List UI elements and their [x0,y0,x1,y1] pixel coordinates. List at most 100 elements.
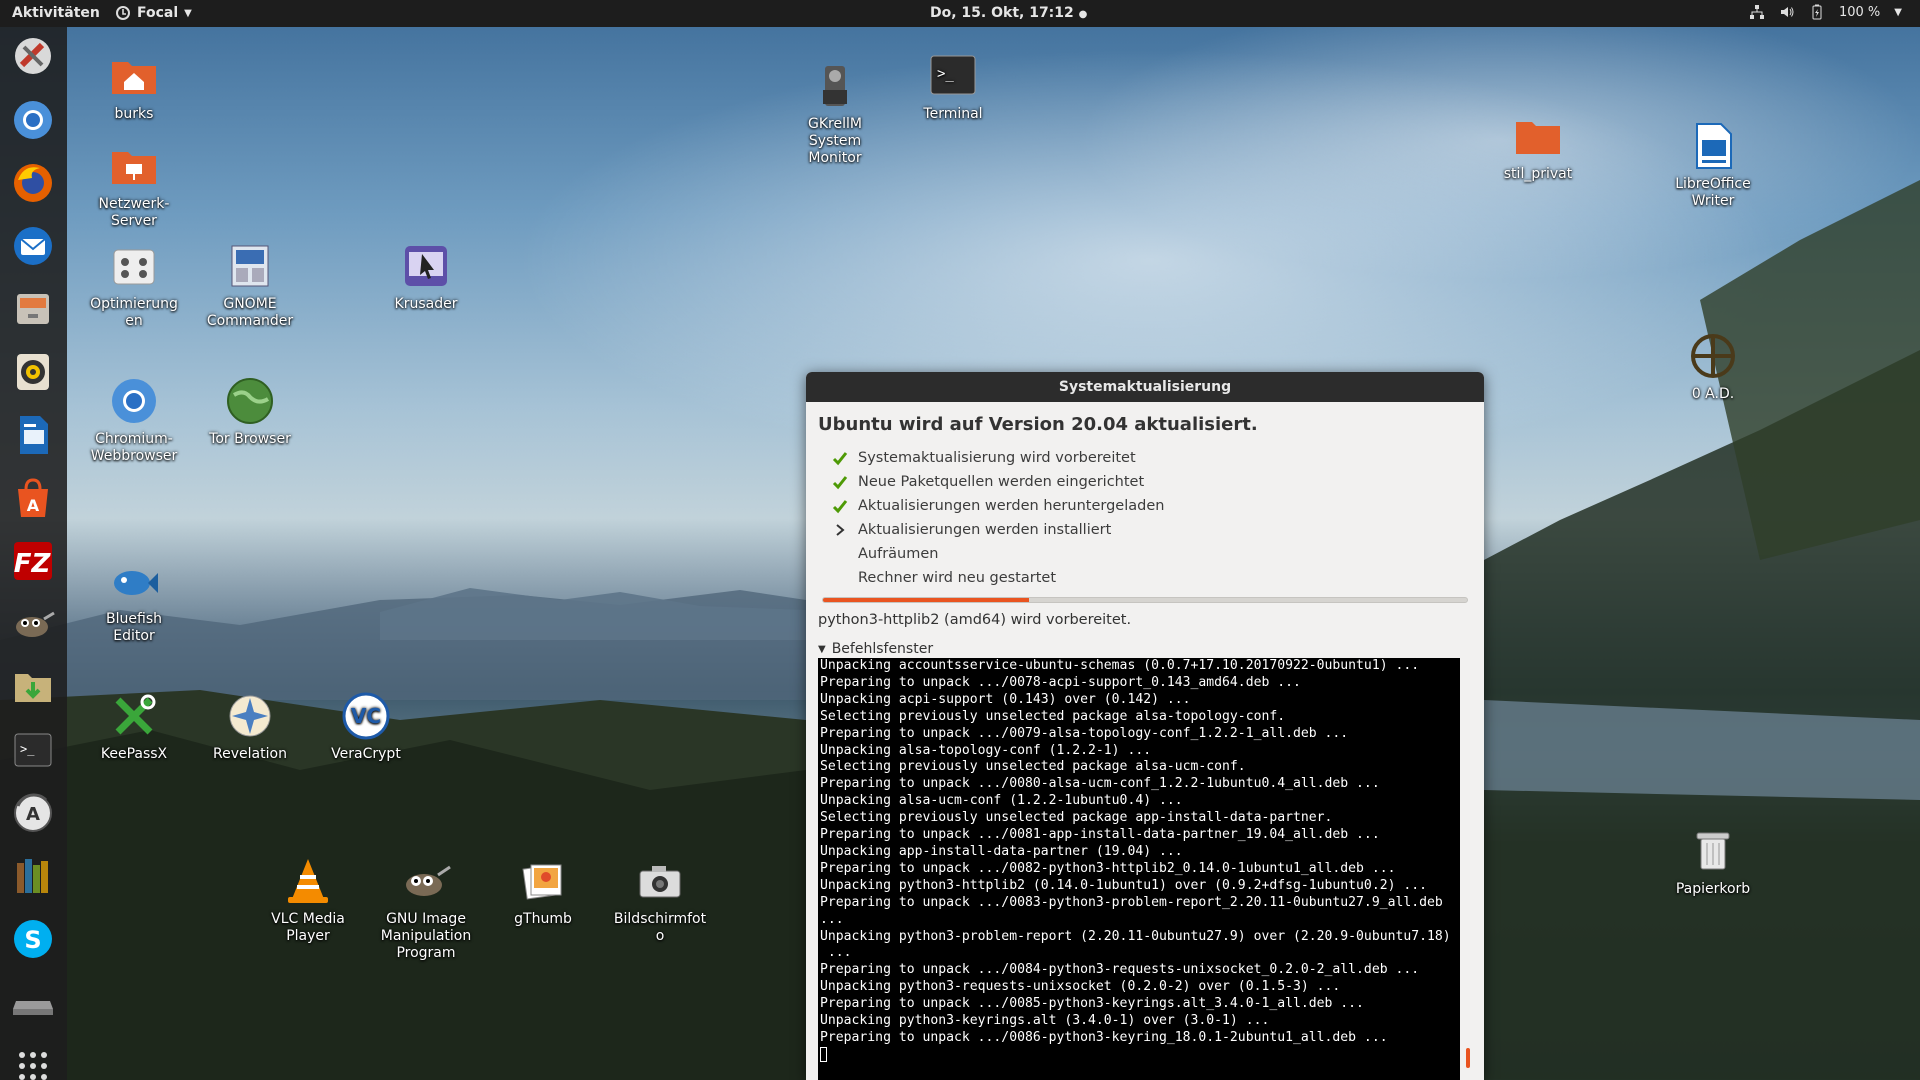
desktop-icon-burks[interactable]: burks [86,50,182,123]
desktop-icon-vlc[interactable]: VLC Media Player [260,855,356,945]
dock-download-folder[interactable] [10,664,56,710]
desktop-icon-label: Bluefish Editor [106,611,162,644]
desktop-icon-label: VeraCrypt [331,746,401,762]
dock-firefox[interactable] [10,160,56,206]
tweaks-icon [108,240,160,292]
desktop-icon-label: GNU Image Manipulation Program [380,911,472,961]
updates-tool-icon [15,38,51,74]
tor-browser-icon [224,375,276,427]
battery-icon [1812,4,1822,20]
chromium-icon [108,375,160,427]
terminal-line: Selecting previously unselected package … [820,810,1333,826]
desktop-icon-libreoffice-writer[interactable]: LibreOffice Writer [1665,120,1761,210]
svg-text:FZ: FZ [14,549,52,579]
desktop-icon-label: Terminal [923,106,983,122]
dock-software-center[interactable]: A [10,475,56,521]
desktop-icon-keepassx[interactable]: KeePassX [86,690,182,763]
dock-filezilla[interactable]: FZ [10,538,56,584]
terminal-line: Preparing to unpack .../0086-python3-key… [820,1029,1388,1045]
updater-app-icon [116,6,130,20]
dock-thunderbird[interactable] [10,223,56,269]
package-status: python3-httplib2 (amd64) wird vorbereite… [818,612,1132,628]
firefox-icon [14,164,52,202]
dock-skype[interactable]: S [10,916,56,962]
terminal-line: ... [820,911,844,927]
desktop-icon-label: Krusader [394,296,458,312]
desktop-icon-tor[interactable]: Tor Browser [202,375,298,448]
terminal-line: Unpacking alsa-ucm-conf (1.2.2-1ubuntu0.… [820,793,1183,809]
download-folder-icon [15,674,51,702]
desktop-icon-bildschirmfoto[interactable]: Bildschirmfoto [612,855,708,945]
zero-ad-icon [1687,330,1739,382]
dock-chromium[interactable] [10,97,56,143]
desktop-icon-chromium[interactable]: Chromium-Webbrowser [86,375,182,465]
desktop-icon-gnome-commander[interactable]: GNOME Commander [202,240,298,330]
status-area[interactable]: 100 % ▼ [1749,4,1902,20]
gimp-icon [400,855,452,907]
dock-terminal[interactable]: >_ [10,727,56,773]
desktop-icon-label: GKrellM System Monitor [808,116,862,166]
dock-gimp[interactable] [10,601,56,647]
network-folder-icon [108,140,160,192]
desktop-icon-gkrellm[interactable]: GKrellM System Monitor [787,60,883,167]
thunderbird-icon [14,227,52,265]
desktop-icon-terminal[interactable]: >_ Terminal [905,50,1001,123]
software-center-icon: A [18,478,48,517]
libreoffice-writer-icon [20,416,48,454]
terminal-line: Preparing to unpack .../0078-acpi-suppor… [820,674,1301,690]
desktop-icon-0ad[interactable]: 0 A.D. [1665,330,1761,403]
svg-text:>_: >_ [20,742,35,756]
drive-icon [13,1001,53,1015]
terminal-line: Unpacking python3-requests-unixsocket (0… [820,979,1341,995]
clock[interactable]: Do, 15. Okt, 17:12 ● [930,5,1087,21]
desktop-icon-veracrypt[interactable]: VC VeraCrypt [318,690,414,763]
activities-button[interactable]: Aktivitäten [12,5,100,21]
upgrade-steps: Systemaktualisierung wird vorbereitet Neu… [828,446,1164,590]
dock-software-updater[interactable]: A [10,790,56,836]
desktop-icon-revelation[interactable]: Revelation [202,690,298,763]
desktop-icon-label: KeePassX [100,746,168,762]
dialog-title[interactable]: Systemaktualisierung [806,372,1484,402]
desktop-icon-optimierungen[interactable]: Optimierungen [86,240,182,330]
desktop-icon-label: Netzwerk-Server [98,196,170,229]
terminal-expander[interactable]: ▼ Befehlsfenster [818,641,933,657]
dock-calibre[interactable] [10,853,56,899]
chromium-icon [14,101,52,139]
desktop-icon-papierkorb[interactable]: Papierkorb [1665,825,1761,898]
software-updater-icon: A [14,793,52,832]
terminal-line: Preparing to unpack .../0079-alsa-topolo… [820,725,1349,741]
terminal-line: Unpacking acpi-support (0.143) over (0.1… [820,691,1191,707]
desktop-icon-krusader[interactable]: Krusader [378,240,474,313]
krusader-icon [400,240,452,292]
upgrade-step: Aufräumen [828,542,1164,566]
dock-libreoffice-writer[interactable] [10,412,56,458]
desktop-icon-label: LibreOffice Writer [1675,176,1751,209]
terminal-scrollbar[interactable] [1466,1048,1470,1068]
dock-file-cabinet[interactable] [10,286,56,332]
desktop-icon-bluefish[interactable]: Bluefish Editor [86,555,182,645]
upgrade-step: Systemaktualisierung wird vorbereitet [828,446,1164,470]
folder-icon [1512,110,1564,162]
terminal-cursor [820,1046,827,1062]
dock-rhythmbox[interactable] [10,349,56,395]
app-menu[interactable]: Focal ▼ [115,5,192,21]
app-menu-label: Focal [137,5,179,21]
terminal-line: Unpacking python3-httplib2 (0.14.0-1ubun… [820,877,1427,893]
desktop-icon-gimp[interactable]: GNU Image Manipulation Program [378,855,474,962]
desktop-icon-label: gThumb [514,911,572,927]
dock-drive[interactable] [10,979,56,1025]
upgrade-progress-bar [822,597,1468,603]
desktop-icon-netzwerk[interactable]: Netzwerk-Server [86,140,182,230]
desktop-icon-stil-privat[interactable]: stil_privat [1490,110,1586,183]
revelation-icon [224,690,276,742]
filezilla-icon: FZ [14,542,52,580]
desktop-icon-gthumb[interactable]: gThumb [495,855,591,928]
dock-updates-tool[interactable] [10,33,56,79]
terminal-output[interactable]: Unpacking accountsservice-ubuntu-schemas… [818,658,1460,1080]
terminal-line: Unpacking python3-keyrings.alt (3.4.0-1)… [820,1013,1270,1029]
desktop-icon-label: Optimierungen [90,296,178,329]
libreoffice-writer-icon [1687,120,1739,172]
vlc-icon [282,855,334,907]
dock-show-applications[interactable] [10,1043,56,1080]
desktop-icon-label: burks [114,106,154,122]
